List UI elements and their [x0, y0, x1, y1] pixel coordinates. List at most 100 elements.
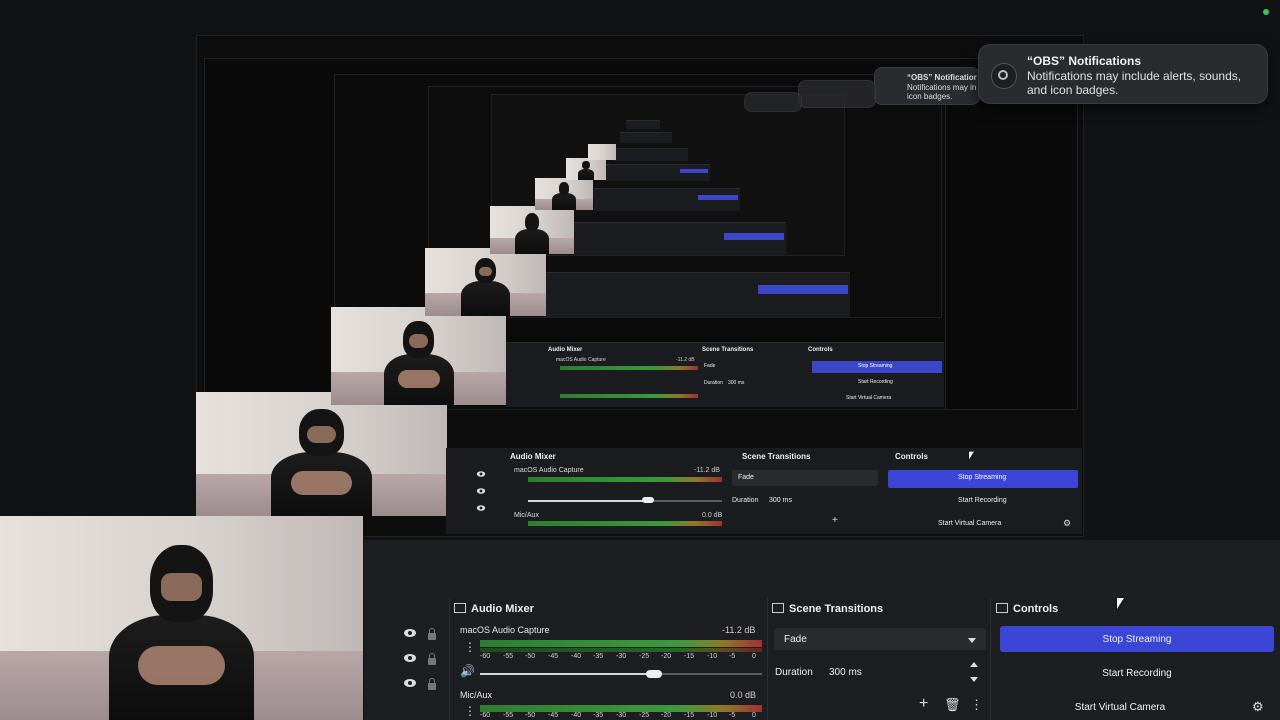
l1-source1: macOS Audio Capture [514, 467, 584, 474]
status-indicator [1263, 9, 1269, 15]
transition-select[interactable]: Fade [774, 628, 986, 650]
dock-separator [767, 598, 768, 720]
volume-slider-knob[interactable] [646, 670, 662, 678]
dock-separator [990, 598, 991, 720]
stop-streaming-button[interactable]: Stop Streaming [1000, 626, 1274, 652]
mini-notification-2 [798, 80, 876, 108]
visibility-eye-icon[interactable] [404, 654, 416, 662]
webcam-preview-l7 [588, 144, 616, 160]
dock-icon [454, 603, 466, 613]
meter-tick-label: 0 [752, 712, 756, 719]
scene-transitions-header: Scene Transitions [772, 603, 883, 625]
l2-db1: -11.2 dB [676, 357, 695, 363]
start-recording-button[interactable]: Start Recording [1000, 660, 1274, 686]
spin-down-icon[interactable] [970, 677, 978, 682]
l1-db2: 0.0 dB [702, 512, 723, 519]
spin-up-icon[interactable] [970, 662, 978, 667]
lock-icon[interactable] [428, 628, 436, 640]
audio-meter-r [480, 648, 762, 652]
l2-transition: Fade [704, 363, 716, 369]
duration-input[interactable]: 300 ms [829, 667, 862, 678]
meter-tick-label: -35 [593, 653, 604, 660]
transition-value: Fade [784, 634, 807, 645]
audio-source-db: -11.2 dB [722, 625, 756, 635]
meter-tick-label: -15 [684, 712, 695, 719]
l2-meter-2 [560, 394, 698, 398]
l1-meter-1 [528, 477, 722, 482]
meter-tick-label: -20 [661, 653, 672, 660]
webcam-preview-l1 [196, 392, 447, 516]
audio-meter [480, 640, 762, 647]
l2-start-virtual-camera: Start Virtual Camera [846, 395, 892, 401]
meter-tick-label: -60 [480, 712, 491, 719]
notification-title: “OBS” Notifications [1027, 54, 1142, 68]
obs-notification[interactable]: “OBS” Notifications Notifications may in… [978, 44, 1268, 104]
meter-tick-label: -30 [616, 653, 627, 660]
lock-icon[interactable] [428, 653, 436, 665]
dock-icon [772, 603, 784, 613]
visibility-eye-icon[interactable] [404, 679, 416, 687]
l1-eye-icon [476, 471, 486, 477]
meter-tick-label: -40 [571, 653, 582, 660]
meter-tick-label: -10 [707, 712, 718, 719]
audio-mixer-header: Audio Mixer [454, 603, 534, 625]
meter-tick-label: -40 [571, 712, 582, 719]
l1-duration-value: 300 ms [769, 497, 792, 504]
mini-dock-l7 [614, 148, 688, 161]
l1-duration-label: Duration [732, 497, 759, 504]
visibility-eye-icon[interactable] [404, 629, 416, 637]
add-icon[interactable]: + [919, 696, 928, 712]
gear-icon[interactable]: ⚙ [1252, 700, 1264, 713]
l1-volume-knob [642, 497, 654, 503]
meter-tick-label: -5 [729, 712, 736, 719]
mini-dock-l6 [606, 164, 710, 181]
volume-slider[interactable] [480, 673, 762, 675]
l1-volume-slider [528, 500, 722, 502]
chevron-down-icon [968, 638, 976, 643]
more-options-icon[interactable]: ⋮ [464, 704, 476, 718]
meter-tick-label: -55 [503, 712, 514, 719]
controls-header: Controls [996, 603, 1058, 625]
l2-meter [560, 366, 698, 370]
webcam-preview-l6 [566, 158, 606, 180]
webcam-preview-main [0, 516, 363, 720]
l1-eye-icon-2 [476, 488, 486, 494]
meter-tick-label: -10 [707, 653, 718, 660]
meter-tick-label: -45 [548, 653, 559, 660]
l2-duration-label: Duration [704, 380, 723, 386]
meter-tick-label: -25 [639, 712, 650, 719]
l1-stop-streaming: Stop Streaming [958, 474, 1007, 481]
meter-tick-label: -45 [548, 712, 559, 719]
l1-scene-transitions-title: Scene Transitions [742, 452, 811, 461]
trash-icon[interactable]: 🗑 [944, 698, 961, 711]
audio-source-name: macOS Audio Capture [460, 625, 550, 635]
l2-audio-mixer-title: Audio Mixer [548, 347, 583, 353]
webcam-preview-l5 [535, 178, 593, 210]
meter-tick-label: -55 [503, 653, 514, 660]
l1-meter-2 [528, 521, 722, 526]
l1-controls-title: Controls [895, 452, 928, 461]
audio-meter [480, 705, 762, 712]
webcam-preview-l2 [331, 307, 506, 405]
l2-stop-streaming: Stop Streaming [858, 363, 893, 369]
mini-dock-l3 [546, 272, 850, 317]
l1-add-icon: + [832, 515, 838, 526]
dock-icon [996, 603, 1008, 613]
meter-tick-label: -30 [616, 712, 627, 719]
mini-dock-l8 [620, 132, 672, 143]
l2-controls-title: Controls [808, 347, 833, 353]
mini-notification: “OBS” Notificatior Notifications may in … [874, 67, 980, 105]
audio-source-name: Mic/Aux [460, 690, 493, 700]
meter-tick-label: -25 [639, 653, 650, 660]
speaker-icon[interactable]: 🔊 [460, 664, 475, 678]
l2-start-recording: Start Recording [858, 379, 893, 385]
more-options-icon[interactable]: ⋮ [970, 698, 983, 711]
lock-icon[interactable] [428, 678, 436, 690]
mini-notification-3 [744, 92, 802, 112]
more-options-icon[interactable]: ⋮ [464, 640, 476, 654]
meter-tick-label: -15 [684, 653, 695, 660]
start-virtual-camera-button[interactable]: Start Virtual Camera [1000, 694, 1240, 720]
l1-gear-icon: ⚙ [1063, 518, 1072, 528]
l1-start-recording: Start Recording [958, 497, 1007, 504]
webcam-preview-l3 [425, 248, 546, 316]
